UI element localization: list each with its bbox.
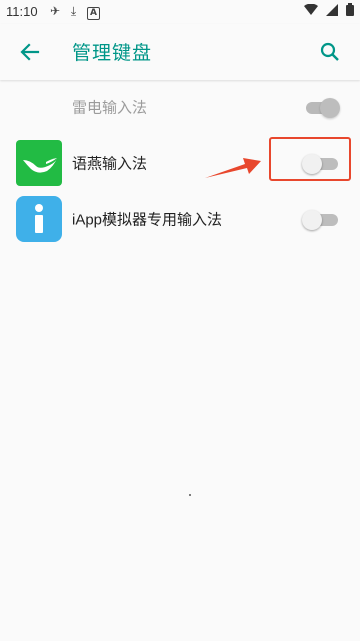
keyboard-label: 语燕输入法: [72, 155, 148, 173]
keyboard-label: 雷电输入法: [72, 99, 148, 117]
yuyan-swallow-icon: [16, 140, 62, 186]
status-icons-left: ✈ ⤓ A: [50, 4, 107, 20]
search-icon: [320, 42, 339, 61]
status-bar: 11:10 ✈ ⤓ A: [0, 0, 360, 24]
page-title: 管理键盘: [72, 42, 153, 64]
keyboard-row-iapp[interactable]: iApp模拟器专用输入法: [0, 193, 360, 245]
back-button[interactable]: [10, 32, 50, 72]
stray-dot: [189, 494, 191, 496]
airplane-icon: ✈: [50, 4, 61, 18]
download-icon: ⤓: [70, 4, 77, 18]
highlight-box: [269, 137, 351, 181]
keyboard-toggle-leidian[interactable]: [302, 97, 340, 118]
keyboard-label: iApp模拟器专用输入法: [72, 211, 223, 229]
toggle-thumb: [320, 98, 340, 118]
a-icon: A: [87, 7, 101, 20]
wifi-icon: [303, 3, 322, 20]
keyboard-toggle-iapp[interactable]: [302, 209, 340, 230]
app-bar: 管理键盘: [0, 24, 360, 80]
battery-icon: [346, 3, 354, 20]
back-arrow-icon: [20, 43, 40, 61]
status-time: 11:10: [6, 4, 38, 19]
signal-icon: [325, 4, 342, 20]
status-icons-right: [300, 3, 354, 20]
iapp-i-icon: [16, 196, 62, 242]
search-button[interactable]: [310, 32, 350, 72]
red-arrow-icon: [205, 158, 261, 178]
toggle-thumb: [302, 210, 322, 230]
keyboard-row-leidian: 雷电输入法: [0, 81, 360, 133]
